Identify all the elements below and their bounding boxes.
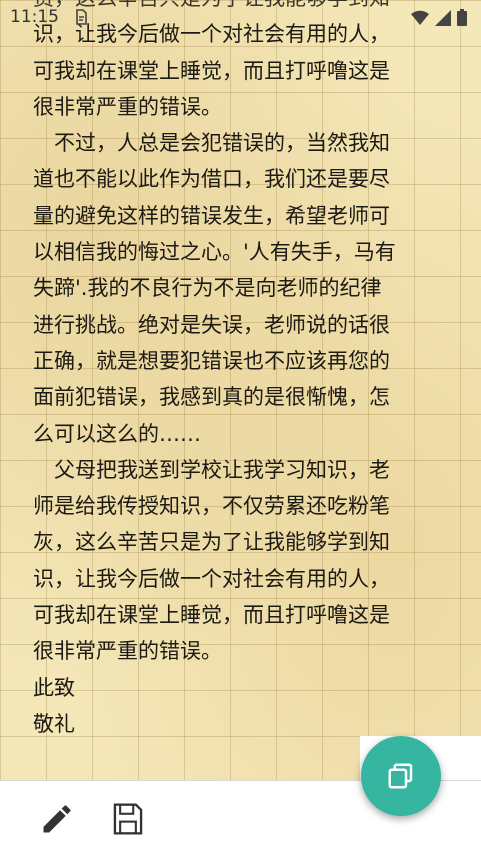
letter-line: 失蹄'.我的不良行为不是向老师的纪律 (33, 276, 382, 301)
pencil-icon (43, 805, 71, 833)
battery-icon (457, 9, 467, 26)
status-bar: 11:15 (0, 0, 481, 34)
letter-line: 可我却在课堂上睡觉，而且打呼噜这是 (33, 603, 390, 628)
letter-line: 道也不能以此作为借口，我们还是要尽 (33, 167, 390, 192)
letter-line: 师是给我传授知识，不仅劳累还吃粉笔 (33, 494, 390, 519)
letter-line: 很非常严重的错误。 (33, 639, 222, 664)
letter-line: 量的避免这样的错误发生，希望老师可 (33, 203, 390, 228)
signal-icon (435, 9, 451, 26)
letter-line: 以相信我的悔过之心。'人有失手，马有 (33, 240, 396, 265)
letter-line: 正确，就是想要犯错误也不应该再您的 (33, 348, 390, 373)
copy-fab-button[interactable] (361, 736, 441, 816)
letter-content: 费，这么辛苦只是为了让我能够学到知 识，让我今后做一个对社会有用的人， 可我却在… (33, 0, 453, 742)
letter-line: 不过，人总是会犯错误的，当然我知 (33, 131, 390, 156)
letter-line: 识，让我今后做一个对社会有用的人， (33, 566, 390, 591)
notification-icon (74, 9, 88, 29)
letter-line: 可我却在课堂上睡觉，而且打呼噜这是 (33, 58, 390, 83)
wifi-icon (411, 10, 429, 25)
letter-line: 面前犯错误，我感到真的是很惭愧，怎 (33, 385, 390, 410)
status-icons (411, 9, 467, 26)
letter-line: 进行挑战。绝对是失误，老师说的话很 (33, 312, 390, 337)
letter-closing: 此致 (33, 675, 75, 700)
copy-icon (388, 763, 413, 789)
letter-line: 很非常严重的错误。 (33, 94, 222, 119)
letter-line: 父母把我送到学校让我学习知识，老 (33, 457, 390, 482)
save-button[interactable] (108, 799, 148, 839)
status-time: 11:15 (10, 7, 59, 27)
letter-line: 么可以这么的…… (33, 421, 201, 446)
letter-line: 灰，这么辛苦只是为了让我能够学到知 (33, 530, 390, 555)
edit-button[interactable] (37, 799, 77, 839)
floppy-disk-icon (113, 803, 143, 835)
